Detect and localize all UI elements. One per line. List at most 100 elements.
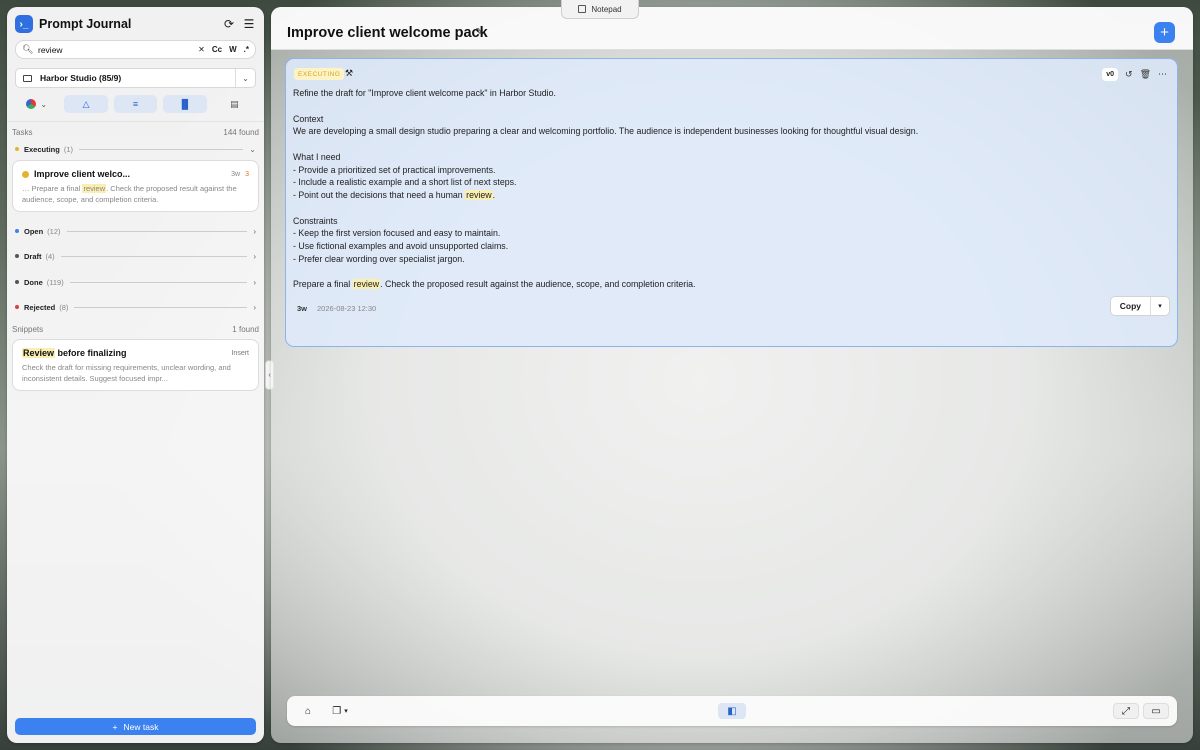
shapes-filter-button[interactable]: △ (64, 95, 108, 113)
copy-icon: ❐ (332, 705, 342, 717)
group-done[interactable]: Done (119) › (15, 276, 256, 288)
prompt-line: Refine the draft for "Improve client wel… (293, 88, 556, 98)
chevron-right-icon[interactable]: › (253, 303, 256, 312)
group-count: (12) (47, 226, 61, 236)
prompt-line: - Prefer clear wording over specialist j… (293, 253, 465, 264)
duplicate-button[interactable]: ❐ ▾ (325, 703, 355, 719)
chart-filter-button[interactable]: ▐▌ (163, 95, 207, 113)
project-select-label: Harbor Studio (85/9) (40, 73, 122, 83)
chevron-down-icon[interactable]: ⌄ (235, 69, 255, 87)
divider (60, 255, 248, 257)
list-icon: ≡ (132, 99, 139, 109)
group-count: (119) (46, 277, 64, 287)
main-pane: Improve client welcome pack ✎ + EXECUTIN… (271, 7, 1193, 743)
pin-icon[interactable]: ⚒ (345, 68, 353, 79)
group-open[interactable]: Open (12) › (15, 225, 256, 237)
task-title: Improve client welco... (34, 169, 131, 179)
sidebar-panel-icon: ◧ (727, 705, 737, 717)
tag-button[interactable]: ⌂ (295, 703, 321, 719)
match-case-toggle[interactable]: Cc (212, 45, 222, 54)
tag-icon: ⌂ (304, 705, 312, 717)
notepad-toggle-button[interactable]: ◧ (718, 703, 746, 719)
history-icon[interactable]: ↺ (1125, 69, 1133, 80)
snippet-body: Check the draft for missing requirements… (22, 363, 231, 383)
clear-search-icon[interactable]: ✕ (198, 45, 205, 54)
insert-button[interactable]: Insert (231, 350, 249, 357)
expand-button[interactable]: ⤢ (1113, 703, 1139, 719)
app-title: Prompt Journal (39, 17, 132, 31)
new-task-button[interactable]: + New task (15, 718, 256, 735)
tasks-section-label: Tasks (12, 128, 33, 137)
status-dot (15, 147, 19, 151)
project-select[interactable]: Harbor Studio (85/9) ⌄ (15, 68, 256, 88)
search-highlight: Review (22, 348, 56, 358)
shapes-icon: △ (82, 98, 90, 109)
divider (79, 148, 244, 150)
snippet-title-rest: before finalizing (55, 348, 127, 358)
chevron-right-icon[interactable]: › (253, 227, 256, 236)
chevron-down-icon: ⌄ (40, 99, 48, 109)
whole-word-toggle[interactable]: W (229, 45, 237, 54)
group-rejected[interactable]: Rejected (8) › (15, 301, 256, 313)
more-icon[interactable]: ⋯ (1158, 69, 1167, 80)
window-icon: ▭ (1151, 705, 1161, 717)
group-label: Draft (24, 251, 42, 261)
color-filter-button[interactable]: ⌄ (15, 95, 58, 113)
folder-icon (23, 74, 32, 82)
edit-icon[interactable]: ✎ (475, 27, 483, 38)
group-count: (4) (45, 251, 55, 261)
task-snippet-pre: … Prepare a final (22, 184, 83, 193)
layout-filter-button[interactable]: ▤ (213, 95, 256, 113)
prompt-card: EXECUTING ⚒ v0 ↺ 🗑︎ ⋯ Refine the draft f… (285, 58, 1178, 347)
group-label: Rejected (24, 302, 56, 312)
list-filter-button[interactable]: ≡ (113, 95, 158, 113)
add-button[interactable]: + (1154, 22, 1175, 43)
snippets-section-label: Snippets (12, 325, 44, 334)
chevron-right-icon[interactable]: › (253, 252, 256, 261)
refresh-icon[interactable]: ⟳ (222, 17, 236, 31)
search-highlight: review (82, 184, 107, 193)
meta-row: 3w 2026-08-23 12:30 (297, 304, 376, 313)
group-executing[interactable]: Executing (1) ⌄ (15, 143, 256, 155)
copy-options-caret[interactable]: ▾ (1151, 297, 1169, 315)
minimize-button[interactable]: ▭ (1143, 703, 1169, 719)
status-dot (15, 305, 19, 309)
prompt-line-post: . Check the proposed result against the … (380, 279, 696, 290)
snippet-card[interactable]: Review before finalizing Insert Check th… (12, 339, 259, 391)
status-dot (15, 229, 19, 233)
search-highlight: review (465, 190, 493, 200)
search-input[interactable] (38, 44, 192, 55)
task-card[interactable]: Improve client welco... 3w 3 … Prepare a… (12, 160, 259, 212)
regex-toggle[interactable]: .* (244, 45, 249, 54)
version-badge[interactable]: v0 (1102, 68, 1119, 81)
chevron-right-icon[interactable]: › (253, 278, 256, 287)
bottom-toolbar: ⌂ ❐ ▾ ◧ ⤢ ▭ (287, 696, 1177, 726)
sidebar: ›_ Prompt Journal ⟳ ☰ 🔍︎ ✕ Cc W .* Harbo… (7, 7, 264, 743)
prompt-line: - Provide a prioritized set of practical… (293, 164, 496, 175)
group-label: Open (24, 226, 44, 236)
layout-icon: ▤ (230, 98, 239, 109)
task-snippet: … Prepare a final review. Check the prop… (22, 183, 249, 205)
group-label: Executing (24, 144, 60, 154)
copy-button[interactable]: Copy (1111, 297, 1151, 315)
prompt-body[interactable]: Refine the draft for "Improve client wel… (293, 87, 1163, 291)
group-draft[interactable]: Draft (4) › (15, 250, 256, 262)
prompt-line: Prepare a final review. Check the propos… (293, 278, 1163, 291)
menu-icon[interactable]: ☰ (242, 17, 256, 31)
app-header: ›_ Prompt Journal ⟳ ☰ (15, 15, 256, 33)
expand-icon: ⤢ (1122, 705, 1130, 717)
trash-icon[interactable]: 🗑︎ (1140, 69, 1151, 80)
prompt-line: - Point out the decisions that need a hu… (293, 189, 1163, 202)
tasks-section-count: 144 found (223, 128, 259, 137)
prompt-line: What I need (293, 151, 341, 162)
snippets-section-count: 1 found (232, 325, 259, 334)
notepad-tab-label: Notepad (591, 4, 622, 14)
bar-chart-icon: ▐▌ (178, 99, 192, 109)
chevron-down-icon[interactable]: ⌄ (249, 145, 256, 154)
notepad-tab[interactable]: Notepad (561, 0, 639, 19)
divider (7, 121, 264, 122)
prompt-line: Constraints (293, 215, 338, 226)
